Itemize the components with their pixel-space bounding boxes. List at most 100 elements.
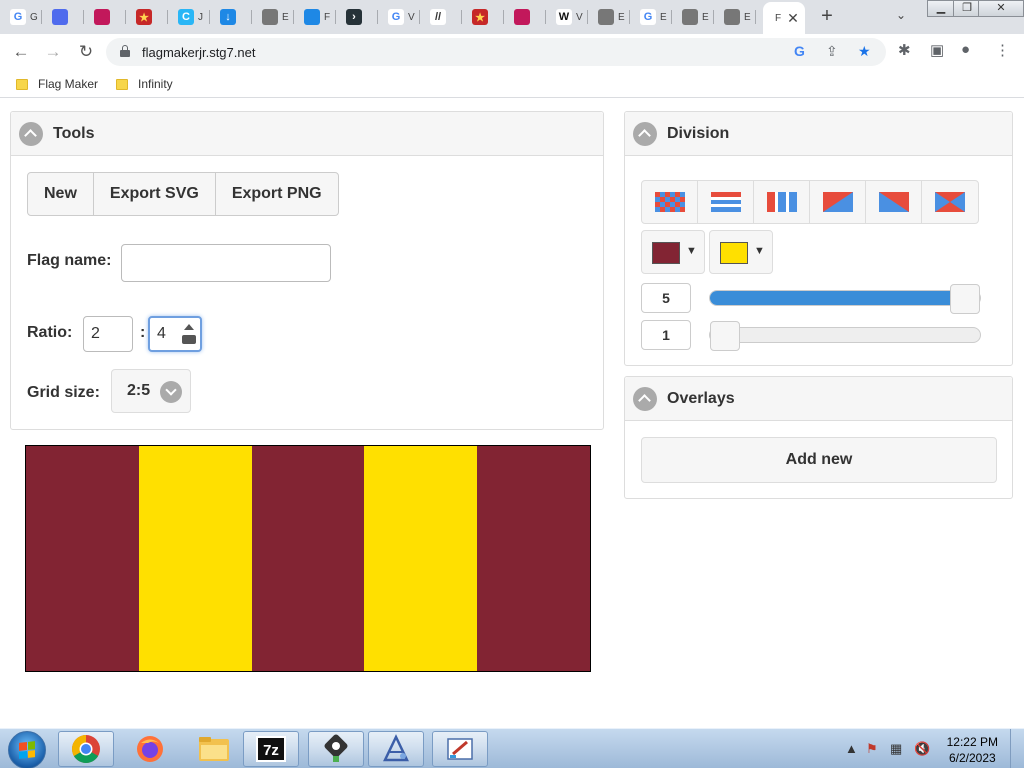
ratio-width-input[interactable]: 4 <box>148 316 202 352</box>
division-pattern-group <box>641 180 979 224</box>
collapse-icon[interactable] <box>633 386 657 411</box>
tab[interactable]: › <box>338 4 378 30</box>
horizontal-stripes-icon <box>710 192 741 212</box>
tab[interactable]: E <box>590 4 630 30</box>
extensions-icon[interactable]: ✱ <box>898 41 911 59</box>
tab-search-icon[interactable]: ⌄ <box>896 8 906 22</box>
taskbar-paint[interactable] <box>432 731 488 767</box>
flag-preview[interactable] <box>25 445 591 672</box>
tab[interactable]: GE <box>632 4 672 30</box>
division-count2-slider[interactable] <box>709 321 981 351</box>
volume-muted-icon[interactable]: 🔇 <box>914 741 930 757</box>
division-horizontal-button[interactable] <box>698 181 754 223</box>
division-x-button[interactable] <box>922 181 978 223</box>
address-bar[interactable]: flagmakerjr.stg7.net G ⇪ ★ <box>106 38 886 66</box>
tab[interactable] <box>86 4 126 30</box>
start-button[interactable] <box>8 731 46 768</box>
color2-picker[interactable]: ▼ <box>709 230 773 274</box>
menu-icon[interactable]: ⋮ <box>995 41 1010 59</box>
share-icon[interactable]: ⇪ <box>826 43 838 60</box>
show-desktop-button[interactable] <box>1010 729 1024 768</box>
taskbar-firefox[interactable] <box>122 731 178 767</box>
show-hidden-icons-icon[interactable]: ▲ <box>845 741 858 756</box>
minimize-button[interactable]: ▁ <box>927 0 955 17</box>
tab[interactable]: GG <box>2 4 42 30</box>
reload-icon[interactable]: ↻ <box>75 41 97 63</box>
tab[interactable]: ↓ <box>212 4 252 30</box>
overlays-header[interactable]: Overlays <box>625 377 1012 421</box>
tab[interactable]: E <box>674 4 714 30</box>
taskbar-7zip[interactable]: 7z <box>243 731 299 767</box>
taskbar-artweaver[interactable] <box>368 731 424 767</box>
artweaver-icon <box>383 734 409 762</box>
division-count1-input[interactable]: 5 <box>641 283 691 313</box>
ratio-height-value: 2 <box>91 325 100 342</box>
tab[interactable]: ★ <box>464 4 504 30</box>
taskbar-inkscape[interactable] <box>308 731 364 767</box>
division-header[interactable]: Division <box>625 112 1012 156</box>
tab-separator <box>209 10 210 24</box>
folder-icon <box>16 78 28 90</box>
flag-name-input[interactable] <box>121 244 331 282</box>
tab[interactable]: CJ <box>170 4 210 30</box>
close-tab-icon[interactable]: ✕ <box>787 10 799 27</box>
tab-active[interactable]: F ✕ <box>763 2 805 34</box>
tab[interactable]: GV <box>380 4 420 30</box>
bookmark-star-icon[interactable]: ★ <box>858 43 871 60</box>
new-tab-button[interactable]: + <box>815 5 839 29</box>
tab[interactable]: // <box>422 4 462 30</box>
tab-title: E <box>702 11 709 23</box>
url-text[interactable]: flagmakerjr.stg7.net <box>142 45 255 60</box>
slider-handle[interactable] <box>950 284 980 314</box>
collapse-icon[interactable] <box>19 121 43 146</box>
google-lens-icon[interactable]: G <box>794 43 805 59</box>
maximize-button[interactable]: ❐ <box>953 0 981 17</box>
tab[interactable] <box>44 4 84 30</box>
tab-title: V <box>408 11 415 23</box>
tab-title: F <box>775 12 782 24</box>
flag-stripe <box>477 446 590 671</box>
dropdown-arrow-icon: ▼ <box>686 245 697 257</box>
tab[interactable]: ★ <box>128 4 168 30</box>
tab[interactable]: E <box>716 4 756 30</box>
division-count2-input[interactable]: 1 <box>641 320 691 350</box>
bookmark-flag-maker[interactable]: Flag Maker <box>16 77 98 91</box>
grid-size-select[interactable]: 2:5 <box>111 369 191 413</box>
window-close-button[interactable]: ✕ <box>978 0 1024 17</box>
division-diagonal-left-button[interactable] <box>810 181 866 223</box>
forward-icon[interactable]: → <box>42 41 64 63</box>
action-center-icon[interactable]: ⚑ <box>866 741 878 757</box>
new-button[interactable]: New <box>28 173 94 215</box>
tools-button-group: New Export SVG Export PNG <box>27 172 339 216</box>
taskbar-explorer[interactable] <box>186 731 242 767</box>
tab[interactable] <box>506 4 546 30</box>
export-svg-button[interactable]: Export SVG <box>94 173 216 215</box>
division-diagonal-right-button[interactable] <box>866 181 922 223</box>
tab[interactable]: F <box>296 4 336 30</box>
bookmark-infinity[interactable]: Infinity <box>116 77 173 91</box>
side-panel-icon[interactable]: ▣ <box>930 41 944 59</box>
back-icon[interactable]: ← <box>10 41 32 63</box>
add-overlay-button[interactable]: Add new <box>641 437 997 483</box>
network-icon[interactable]: ▦ <box>890 741 902 757</box>
division-count1-slider[interactable] <box>709 284 981 314</box>
export-png-button[interactable]: Export PNG <box>216 173 338 215</box>
tools-header[interactable]: Tools <box>11 112 603 156</box>
slider-handle[interactable] <box>710 321 740 351</box>
division-grid-button[interactable] <box>642 181 698 223</box>
system-clock[interactable]: 12:22 PM 6/2/2023 <box>947 734 998 766</box>
ratio-label: Ratio: <box>27 324 73 341</box>
collapse-icon[interactable] <box>633 121 657 146</box>
c-icon: C <box>178 9 194 25</box>
browser-toolbar: ← → ↻ flagmakerjr.stg7.net G ⇪ ★ <box>0 34 1024 70</box>
tab[interactable]: E <box>254 4 294 30</box>
tab[interactable]: WV <box>548 4 588 30</box>
division-vertical-button[interactable] <box>754 181 810 223</box>
ratio-height-input[interactable]: 2 <box>83 316 133 352</box>
taskbar-chrome[interactable] <box>58 731 114 767</box>
spinner-icon[interactable] <box>182 324 196 344</box>
tab-title: E <box>660 11 667 23</box>
star-icon: ★ <box>136 9 152 25</box>
color1-picker[interactable]: ▼ <box>641 230 705 274</box>
profile-icon[interactable]: ● <box>961 41 970 58</box>
